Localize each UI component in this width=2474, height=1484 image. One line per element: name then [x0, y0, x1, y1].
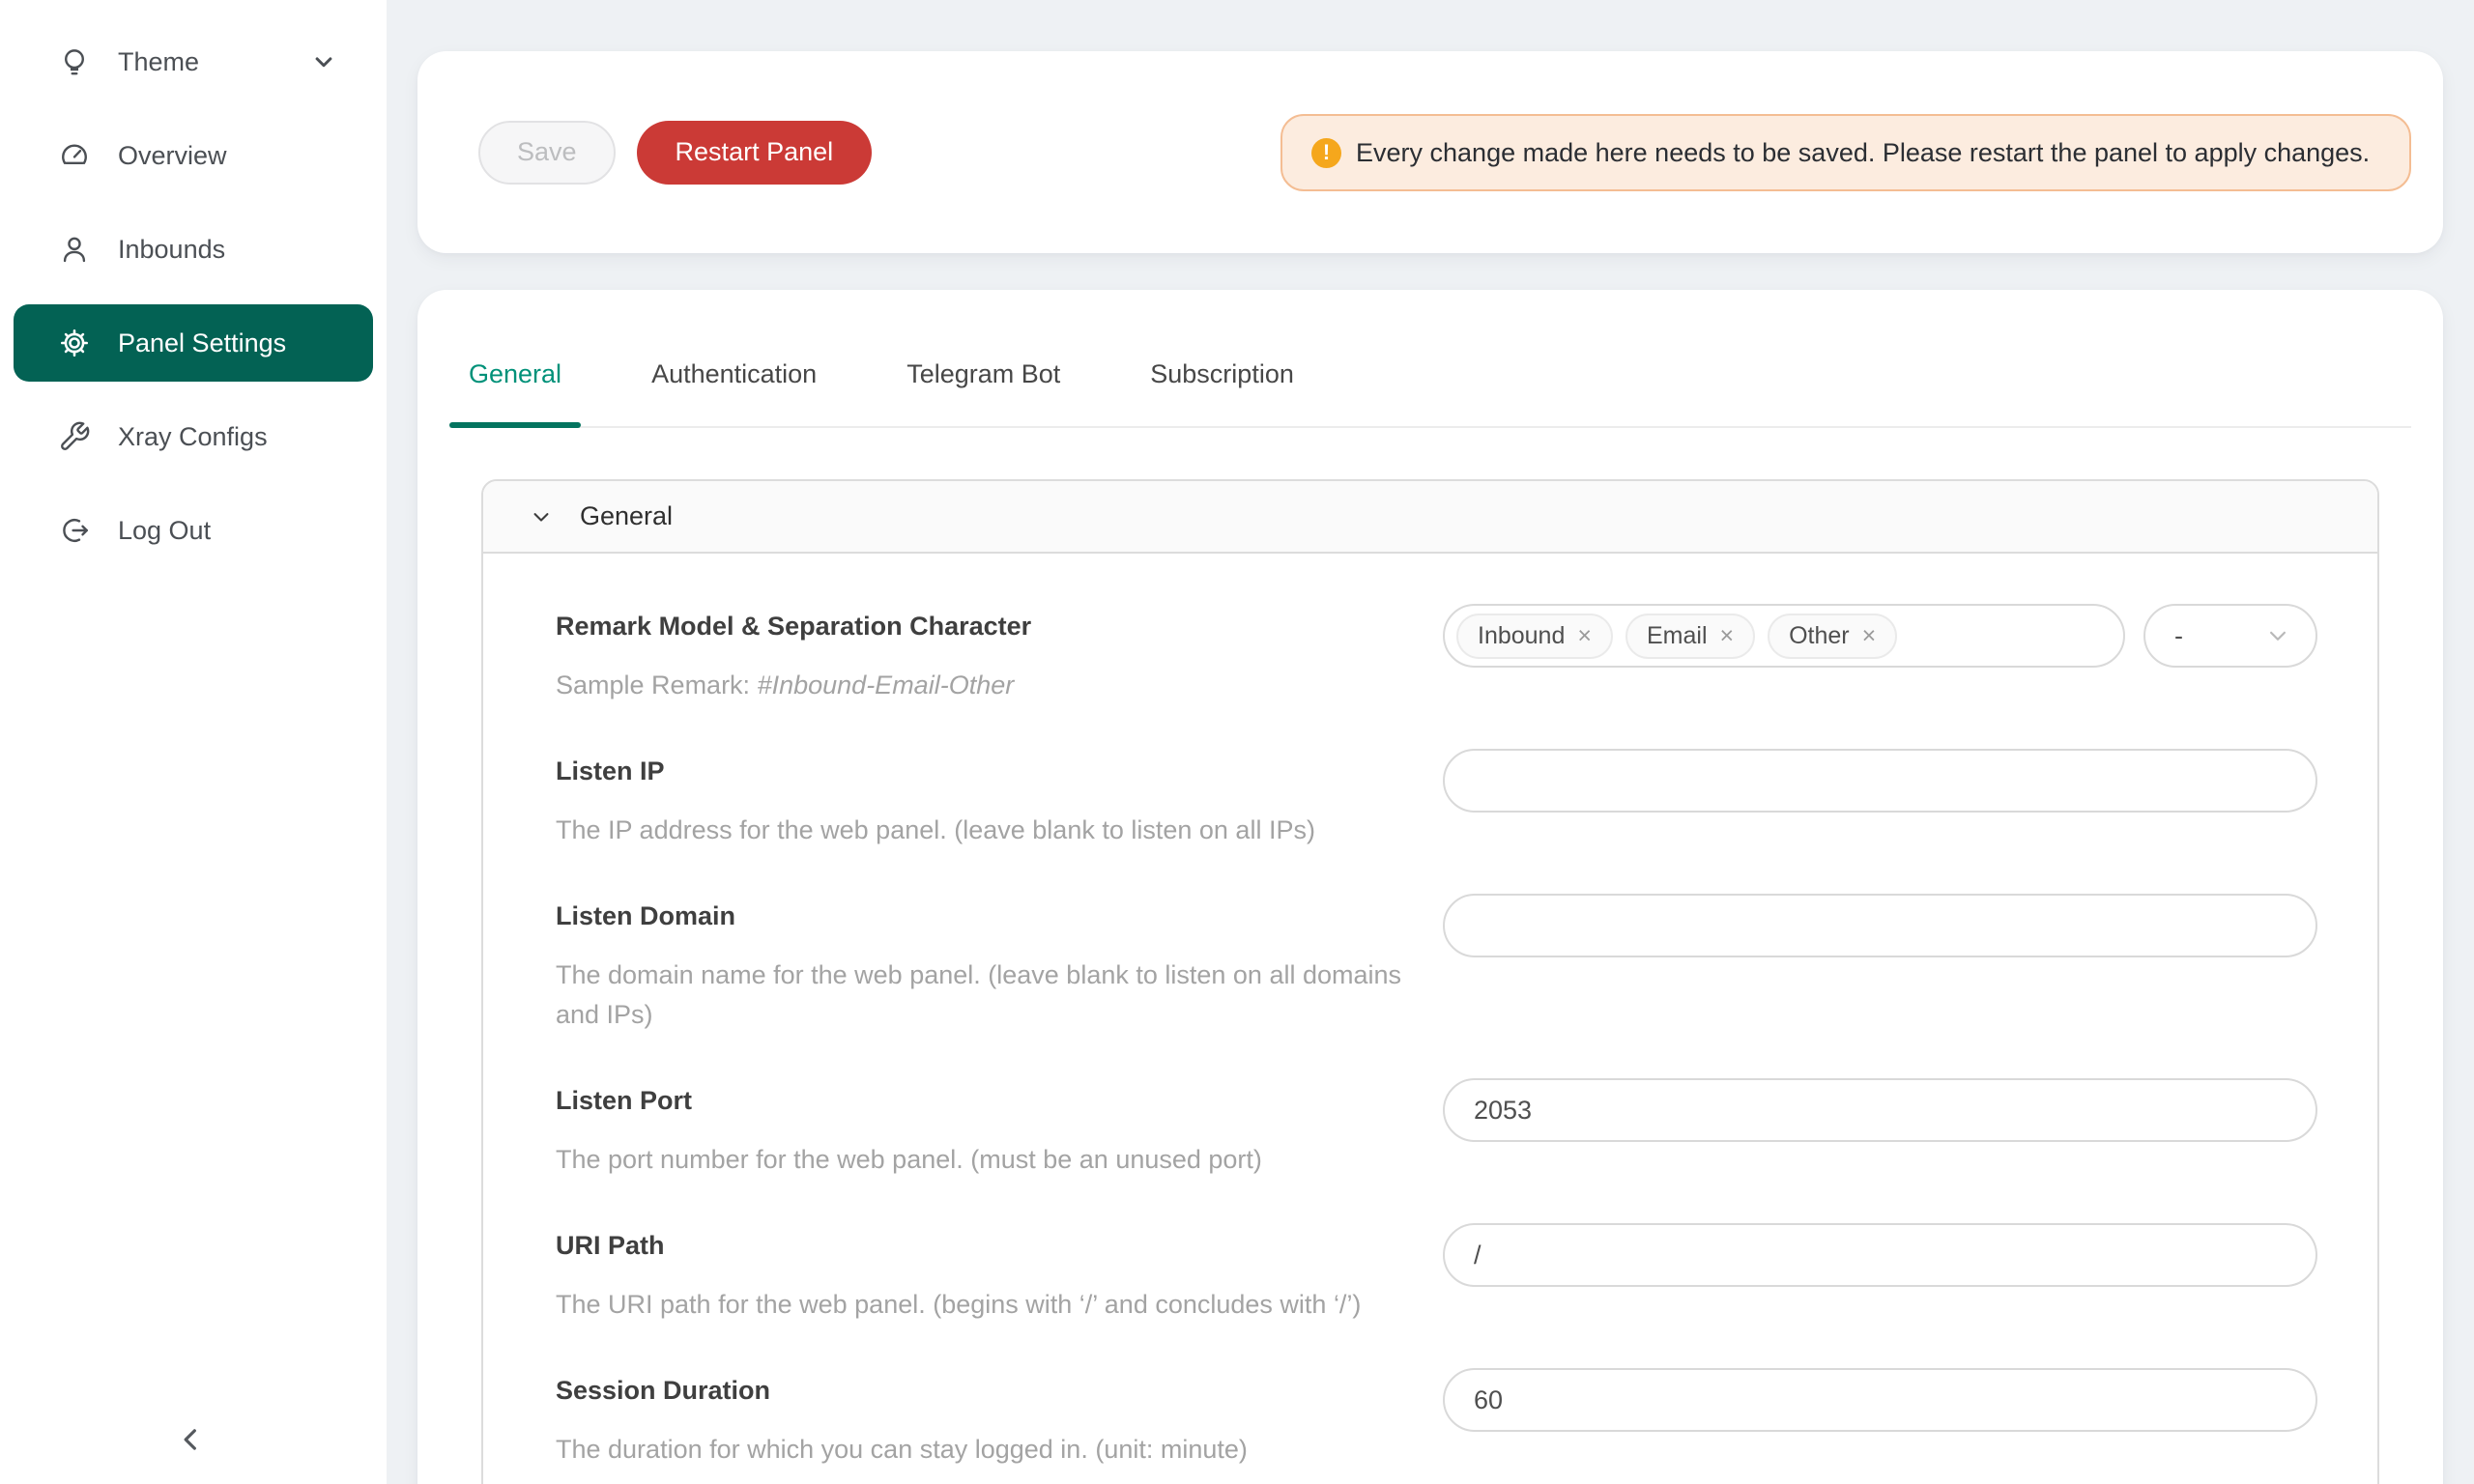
form-row-uri-path: URI Path The URI path for the web panel.… — [556, 1223, 2317, 1325]
uri-path-input[interactable] — [1443, 1223, 2317, 1287]
close-icon[interactable]: × — [1862, 624, 1877, 648]
tag-other: Other × — [1768, 614, 1897, 659]
field-label: Listen IP — [556, 755, 1406, 787]
sidebar-item-theme[interactable]: Theme — [14, 23, 373, 100]
tag-email: Email × — [1625, 614, 1755, 659]
listen-domain-input[interactable] — [1443, 894, 2317, 957]
panel-title: General — [580, 501, 673, 531]
dashboard-icon — [58, 139, 118, 172]
active-tab-ink-bar — [449, 422, 581, 428]
field-description: The domain name for the web panel. (leav… — [556, 956, 1406, 1035]
toolbar-card: Save Restart Panel ! Every change made h… — [417, 51, 2443, 253]
field-description: The URI path for the web panel. (begins … — [556, 1285, 1406, 1325]
tag-label: Inbound — [1478, 622, 1565, 650]
restart-warning-alert: ! Every change made here needs to be sav… — [1280, 114, 2411, 191]
sidebar-collapse-button[interactable] — [172, 1420, 211, 1459]
tag-label: Email — [1647, 622, 1708, 650]
field-label: Remark Model & Separation Character — [556, 610, 1406, 642]
remark-model-tags-input[interactable]: Inbound × Email × Other × — [1443, 604, 2125, 668]
chevron-down-icon — [309, 47, 338, 76]
chevron-down-icon — [2263, 621, 2292, 650]
sample-remark-value: #Inbound-Email-Other — [758, 671, 1015, 699]
form-row-remark-model: Remark Model & Separation Character Samp… — [556, 604, 2317, 705]
form-row-listen-ip: Listen IP The IP address for the web pan… — [556, 749, 2317, 850]
user-icon — [58, 233, 118, 266]
sidebar-item-label: Inbounds — [118, 235, 225, 265]
general-panel-header[interactable]: General — [483, 481, 2377, 554]
sidebar-item-label: Xray Configs — [118, 422, 268, 452]
field-description: Sample Remark: #Inbound-Email-Other — [556, 666, 1406, 705]
listen-port-input[interactable] — [1443, 1078, 2317, 1142]
field-label: URI Path — [556, 1229, 1406, 1262]
sidebar-item-label: Theme — [118, 47, 199, 77]
form-row-listen-port: Listen Port The port number for the web … — [556, 1078, 2317, 1180]
restart-panel-button[interactable]: Restart Panel — [637, 121, 873, 185]
form-row-session-duration: Session Duration The duration for which … — [556, 1368, 2317, 1470]
chevron-left-icon — [172, 1420, 211, 1459]
sidebar-item-label: Log Out — [118, 516, 211, 546]
gear-icon — [58, 327, 118, 359]
close-icon[interactable]: × — [1720, 624, 1735, 648]
field-label: Listen Domain — [556, 899, 1406, 932]
tab-label: Subscription — [1150, 359, 1294, 388]
sidebar-item-overview[interactable]: Overview — [14, 117, 373, 194]
field-label: Session Duration — [556, 1374, 1406, 1407]
main-content: Save Restart Panel ! Every change made h… — [387, 0, 2474, 1484]
close-icon[interactable]: × — [1577, 624, 1592, 648]
sidebar-menu: Theme Overview — [0, 0, 387, 569]
tab-authentication[interactable]: Authentication — [632, 357, 836, 426]
general-panel-body: Remark Model & Separation Character Samp… — [483, 554, 2377, 1484]
alert-message: Every change made here needs to be saved… — [1356, 132, 2370, 173]
field-description: The IP address for the web panel. (leave… — [556, 811, 1406, 850]
tab-telegram-bot[interactable]: Telegram Bot — [887, 357, 1079, 426]
settings-tabs: General Authentication Telegram Bot Subs… — [449, 290, 2411, 428]
settings-card: General Authentication Telegram Bot Subs… — [417, 290, 2443, 1484]
form-row-listen-domain: Listen Domain The domain name for the we… — [556, 894, 2317, 1035]
session-duration-input[interactable] — [1443, 1368, 2317, 1432]
sidebar-item-inbounds[interactable]: Inbounds — [14, 211, 373, 288]
separation-character-select[interactable]: - — [2143, 604, 2317, 668]
tab-label: General — [469, 359, 561, 388]
logout-icon — [58, 514, 118, 547]
warning-icon: ! — [1311, 138, 1341, 168]
tab-subscription[interactable]: Subscription — [1131, 357, 1313, 426]
sidebar-item-panel-settings[interactable]: Panel Settings — [14, 304, 373, 382]
chevron-down-icon — [528, 503, 555, 530]
bulb-icon — [58, 45, 118, 78]
tag-label: Other — [1789, 622, 1850, 650]
general-collapse-panel: General Remark Model & Separation Charac… — [481, 479, 2379, 1484]
sidebar-item-xray-configs[interactable]: Xray Configs — [14, 398, 373, 475]
tab-general[interactable]: General — [449, 357, 581, 426]
sidebar-item-label: Overview — [118, 141, 227, 171]
sidebar: Theme Overview — [0, 0, 387, 1484]
wrench-icon — [58, 420, 118, 453]
toolbar-buttons: Save Restart Panel — [478, 121, 872, 185]
sidebar-item-log-out[interactable]: Log Out — [14, 492, 373, 569]
field-label: Listen Port — [556, 1084, 1406, 1117]
field-description: The duration for which you can stay logg… — [556, 1430, 1406, 1470]
save-button[interactable]: Save — [478, 121, 616, 185]
tag-inbound: Inbound × — [1456, 614, 1613, 659]
sample-remark-prefix: Sample Remark: — [556, 671, 758, 699]
sidebar-item-label: Panel Settings — [118, 328, 286, 358]
tab-label: Authentication — [651, 359, 817, 388]
tab-label: Telegram Bot — [906, 359, 1060, 388]
select-value: - — [2174, 621, 2183, 651]
field-description: The port number for the web panel. (must… — [556, 1140, 1406, 1180]
listen-ip-input[interactable] — [1443, 749, 2317, 813]
